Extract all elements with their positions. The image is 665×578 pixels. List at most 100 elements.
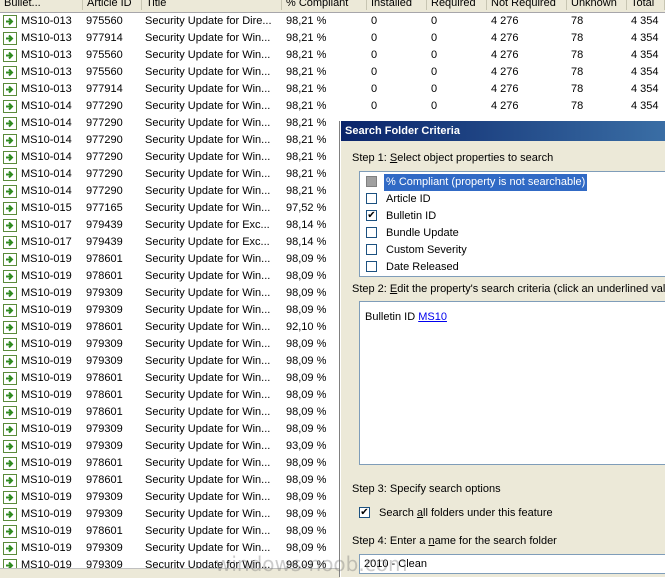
cell-article-id: 978601 bbox=[86, 270, 123, 282]
cell-compliant: 98,09 % bbox=[286, 270, 327, 282]
cell-title: Security Update for Win... bbox=[145, 32, 271, 44]
software-update-icon bbox=[3, 219, 17, 232]
software-update-icon bbox=[3, 151, 17, 164]
cell-article-id: 979309 bbox=[86, 423, 123, 435]
cell-total: 4 354 bbox=[631, 32, 659, 44]
cell-bulletin: MS10-019 bbox=[21, 372, 72, 384]
software-update-icon bbox=[3, 15, 17, 28]
property-item[interactable]: Date Released bbox=[364, 259, 664, 276]
column-header-installed[interactable]: Installed bbox=[367, 0, 427, 10]
software-update-icon bbox=[3, 253, 17, 266]
column-header-bulletin[interactable]: Bullet... bbox=[0, 0, 83, 10]
table-row[interactable]: MS10-013 975560 Security Update for Win...… bbox=[0, 64, 665, 81]
search-all-folders-label: Search all folders under this feature bbox=[379, 507, 553, 519]
cell-title: Security Update for Win... bbox=[145, 389, 271, 401]
property-item[interactable]: % Compliant (property is not searchable) bbox=[364, 174, 664, 191]
table-row[interactable]: MS10-014 977290 Security Update for Win...… bbox=[0, 98, 665, 115]
software-update-icon bbox=[3, 338, 17, 351]
column-header-title[interactable]: Title bbox=[142, 0, 282, 10]
search-folder-criteria-dialog: Search Folder Criteria Step 1: Select ob… bbox=[340, 121, 665, 577]
cell-bulletin: MS10-013 bbox=[21, 66, 72, 78]
checkbox-unchecked-icon bbox=[366, 261, 377, 272]
cell-compliant: 98,21 % bbox=[286, 168, 327, 180]
cell-title: Security Update for Win... bbox=[145, 66, 271, 78]
property-item[interactable]: Article ID bbox=[364, 191, 664, 208]
property-item[interactable]: Custom Severity bbox=[364, 242, 664, 259]
software-update-icon bbox=[3, 236, 17, 249]
property-item[interactable]: ✔ Bulletin ID bbox=[364, 208, 664, 225]
checkbox-disabled-icon bbox=[366, 176, 377, 187]
cell-bulletin: MS10-019 bbox=[21, 474, 72, 486]
cell-installed: 0 bbox=[371, 100, 378, 112]
column-header-unknown[interactable]: Unknown bbox=[567, 0, 627, 10]
cell-article-id: 975560 bbox=[86, 15, 123, 27]
cell-title: Security Update for Win... bbox=[145, 338, 271, 350]
cell-article-id: 978601 bbox=[86, 253, 123, 265]
cell-article-id: 979309 bbox=[86, 491, 123, 503]
cell-title: Security Update for Win... bbox=[145, 202, 271, 214]
software-update-icon bbox=[3, 185, 17, 198]
cell-title: Security Update for Win... bbox=[145, 83, 271, 95]
cell-bulletin: MS10-019 bbox=[21, 457, 72, 469]
cell-installed: 0 bbox=[371, 32, 378, 44]
software-update-icon bbox=[3, 168, 17, 181]
cell-title: Security Update for Exc... bbox=[145, 219, 270, 231]
column-header-total[interactable]: Total bbox=[627, 0, 665, 10]
table-row[interactable]: MS10-013 975560 Security Update for Dire..… bbox=[0, 13, 665, 30]
cell-bulletin: MS10-015 bbox=[21, 202, 72, 214]
table-row[interactable]: MS10-013 975560 Security Update for Win...… bbox=[0, 47, 665, 64]
search-all-folders-checkbox[interactable]: ✔ Search all folders under this feature bbox=[359, 506, 659, 522]
software-update-icon bbox=[3, 202, 17, 215]
cell-installed: 0 bbox=[371, 83, 378, 95]
cell-compliant: 98,09 % bbox=[286, 423, 327, 435]
software-update-icon bbox=[3, 304, 17, 317]
cell-unknown: 78 bbox=[571, 66, 584, 78]
column-header-article-id[interactable]: Article ID bbox=[83, 0, 142, 10]
cell-bulletin: MS10-017 bbox=[21, 236, 72, 248]
cell-title: Security Update for Win... bbox=[145, 185, 271, 197]
cell-compliant: 98,21 % bbox=[286, 49, 327, 61]
cell-article-id: 978601 bbox=[86, 474, 123, 486]
property-list[interactable]: % Compliant (property is not searchable)… bbox=[359, 171, 665, 277]
column-header-required[interactable]: Required bbox=[427, 0, 487, 10]
cell-not-required: 4 276 bbox=[491, 66, 519, 78]
criteria-value-link[interactable]: MS10 bbox=[418, 311, 447, 323]
cell-bulletin: MS10-019 bbox=[21, 253, 72, 265]
cell-article-id: 978601 bbox=[86, 406, 123, 418]
cell-compliant: 98,09 % bbox=[286, 508, 327, 520]
cell-title: Security Update for Win... bbox=[145, 287, 271, 299]
cell-compliant: 98,21 % bbox=[286, 151, 327, 163]
cell-article-id: 979309 bbox=[86, 355, 123, 367]
cell-title: Security Update for Win... bbox=[145, 491, 271, 503]
cell-total: 4 354 bbox=[631, 49, 659, 61]
checkbox-checked-icon: ✔ bbox=[359, 507, 370, 518]
cell-title: Security Update for Win... bbox=[145, 423, 271, 435]
cell-bulletin: MS10-019 bbox=[21, 406, 72, 418]
cell-article-id: 979439 bbox=[86, 236, 123, 248]
cell-bulletin: MS10-019 bbox=[21, 287, 72, 299]
software-update-icon bbox=[3, 406, 17, 419]
software-update-icon bbox=[3, 542, 17, 555]
cell-compliant: 98,09 % bbox=[286, 304, 327, 316]
column-header-compliant[interactable]: % Compliant bbox=[282, 0, 367, 10]
table-row[interactable]: MS10-013 977914 Security Update for Win...… bbox=[0, 30, 665, 47]
software-update-icon bbox=[3, 134, 17, 147]
cell-compliant: 98,09 % bbox=[286, 474, 327, 486]
cell-bulletin: MS10-014 bbox=[21, 151, 72, 163]
column-header-not-required[interactable]: Not Required bbox=[487, 0, 567, 10]
cell-compliant: 93,09 % bbox=[286, 440, 327, 452]
software-update-icon bbox=[3, 474, 17, 487]
software-update-icon bbox=[3, 270, 17, 283]
table-row[interactable]: MS10-013 977914 Security Update for Win...… bbox=[0, 81, 665, 98]
software-update-icon bbox=[3, 49, 17, 62]
software-update-icon bbox=[3, 321, 17, 334]
cell-not-required: 4 276 bbox=[491, 32, 519, 44]
cell-total: 4 354 bbox=[631, 15, 659, 27]
cell-article-id: 977290 bbox=[86, 151, 123, 163]
cell-article-id: 978601 bbox=[86, 372, 123, 384]
step4-label: Step 4: Enter a name for the search fold… bbox=[352, 535, 557, 547]
cell-article-id: 979309 bbox=[86, 542, 123, 554]
property-item[interactable]: Bundle Update bbox=[364, 225, 664, 242]
dialog-title: Search Folder Criteria bbox=[341, 121, 665, 141]
cell-title: Security Update for Win... bbox=[145, 49, 271, 61]
